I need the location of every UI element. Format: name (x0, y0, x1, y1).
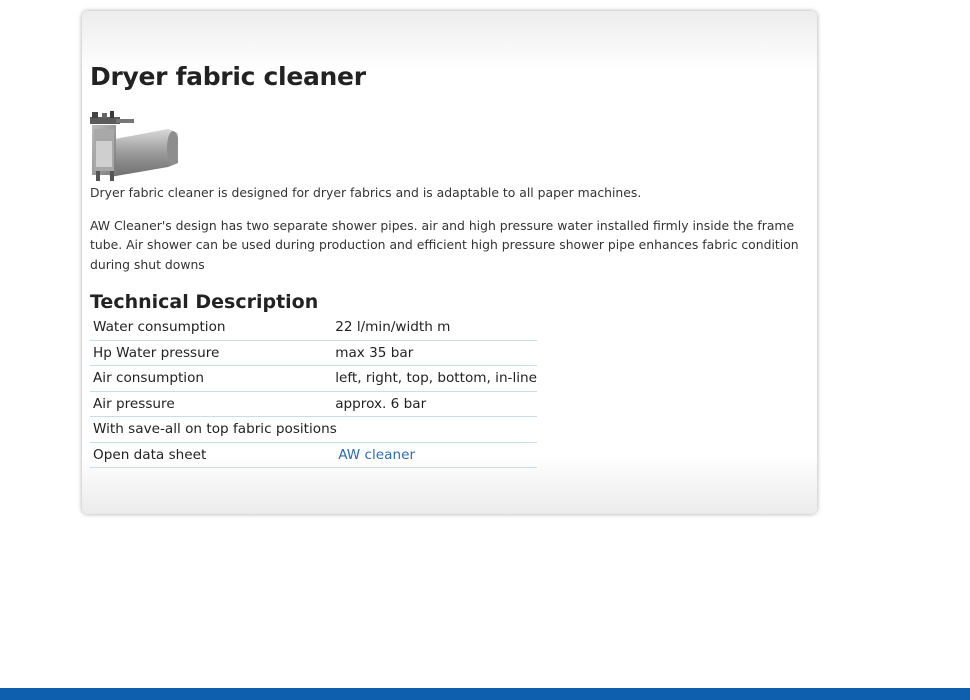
table-row: Water consumption 22 l/min/width m (90, 315, 537, 341)
intro-paragraph: Dryer fabric cleaner is designed for dry… (90, 185, 642, 200)
spec-value: left, right, top, bottom, in-line (332, 365, 537, 392)
technical-description-heading: Technical Description (90, 291, 319, 313)
spec-value: AW cleaner (332, 442, 537, 468)
spec-value: max 35 bar (332, 340, 537, 366)
page-title: Dryer fabric cleaner (90, 62, 366, 91)
spec-value: 22 l/min/width m (332, 315, 537, 341)
spec-key: Hp Water pressure (90, 340, 333, 366)
technical-table: Water consumption 22 l/min/width m Hp Wa… (90, 315, 537, 468)
design-paragraph: AW Cleaner's design has two separate sho… (90, 217, 799, 272)
table-row: Open data sheet AW cleaner (90, 442, 537, 468)
product-card: Dryer fabric cleaner Dryer fabric cleane… (82, 11, 817, 514)
spec-key: Water consumption (90, 315, 333, 341)
spec-value: approx. 6 bar (332, 391, 537, 417)
product-content: Dryer fabric cleaner Dryer fabric cleane… (90, 59, 805, 468)
spec-key: Air consumption (90, 365, 333, 392)
spec-key: Open data sheet (90, 442, 333, 468)
spec-key: Air pressure (90, 391, 333, 417)
table-row: With save-all on top fabric positions (90, 416, 537, 443)
footer-bar (0, 688, 970, 700)
data-sheet-link[interactable]: AW cleaner (335, 447, 415, 463)
table-row: Air pressure approx. 6 bar (90, 391, 537, 417)
spec-key: With save-all on top fabric positions (90, 416, 537, 443)
table-row: Air consumption left, right, top, bottom… (90, 365, 537, 392)
table-row: Hp Water pressure max 35 bar (90, 340, 537, 366)
product-image (90, 111, 178, 181)
